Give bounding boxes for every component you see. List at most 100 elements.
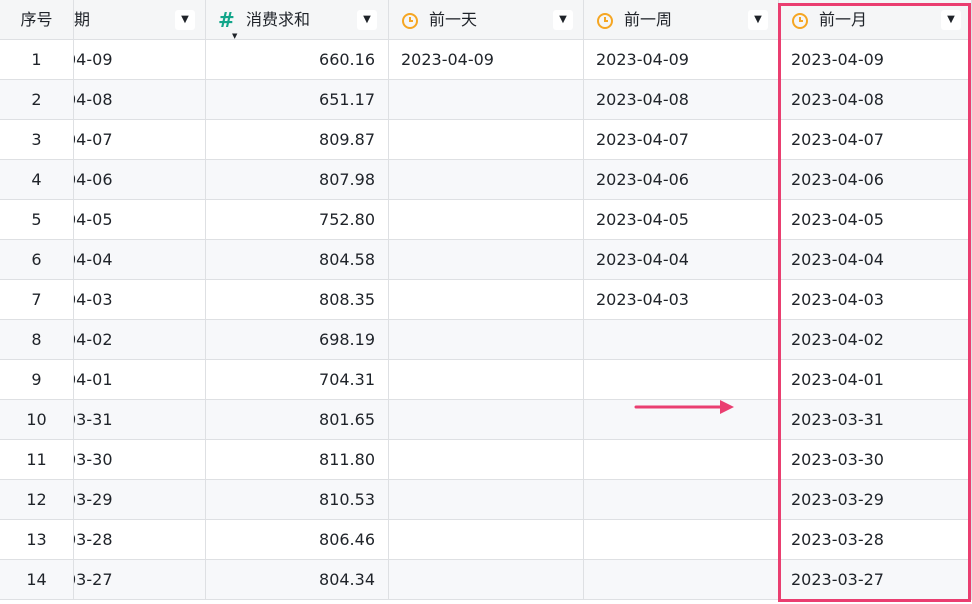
cell-prev-week[interactable]: 2023-04-03 bbox=[584, 280, 779, 320]
cell-prev-day[interactable] bbox=[389, 240, 584, 280]
table-row[interactable]: 904-01 704.31 2023-04-01 bbox=[0, 360, 972, 400]
cell-sum[interactable]: 811.80 bbox=[206, 440, 389, 480]
cell-index[interactable]: 10 bbox=[0, 400, 74, 440]
table-row[interactable]: 404-06 807.98 2023-04-062023-04-06 bbox=[0, 160, 972, 200]
cell-prev-day[interactable] bbox=[389, 400, 584, 440]
cell-prev-day[interactable] bbox=[389, 440, 584, 480]
cell-index[interactable]: 2 bbox=[0, 80, 74, 120]
cell-prev-week[interactable]: 2023-04-09 bbox=[584, 40, 779, 80]
cell-date[interactable]: 04-02 bbox=[74, 320, 206, 360]
cell-prev-month[interactable]: 2023-04-07 bbox=[779, 120, 972, 160]
cell-prev-day[interactable] bbox=[389, 480, 584, 520]
header-date[interactable]: 期 ▼ bbox=[74, 0, 206, 40]
table-row[interactable]: 1003-31 801.65 2023-03-31 bbox=[0, 400, 972, 440]
cell-prev-week[interactable] bbox=[584, 480, 779, 520]
cell-prev-week[interactable]: 2023-04-07 bbox=[584, 120, 779, 160]
table-row[interactable]: 1303-28 806.46 2023-03-28 bbox=[0, 520, 972, 560]
cell-prev-day[interactable] bbox=[389, 160, 584, 200]
cell-prev-month[interactable]: 2023-04-03 bbox=[779, 280, 972, 320]
cell-date[interactable]: 03-28 bbox=[74, 520, 206, 560]
cell-prev-week[interactable] bbox=[584, 560, 779, 600]
cell-index[interactable]: 14 bbox=[0, 560, 74, 600]
cell-date[interactable]: 04-05 bbox=[74, 200, 206, 240]
cell-date[interactable]: 04-06 bbox=[74, 160, 206, 200]
cell-prev-day[interactable] bbox=[389, 320, 584, 360]
cell-date[interactable]: 04-08 bbox=[74, 80, 206, 120]
table-row[interactable]: 704-03 808.35 2023-04-032023-04-03 bbox=[0, 280, 972, 320]
cell-prev-day[interactable] bbox=[389, 520, 584, 560]
cell-prev-day[interactable] bbox=[389, 200, 584, 240]
cell-date[interactable]: 04-09 bbox=[74, 40, 206, 80]
cell-prev-day[interactable] bbox=[389, 360, 584, 400]
cell-index[interactable]: 13 bbox=[0, 520, 74, 560]
cell-date[interactable]: 03-30 bbox=[74, 440, 206, 480]
header-sum[interactable]: # ▼ 消费求和 ▼ bbox=[206, 0, 389, 40]
cell-prev-month[interactable]: 2023-04-01 bbox=[779, 360, 972, 400]
cell-index[interactable]: 5 bbox=[0, 200, 74, 240]
cell-prev-month[interactable]: 2023-04-05 bbox=[779, 200, 972, 240]
cell-index[interactable]: 11 bbox=[0, 440, 74, 480]
cell-prev-day[interactable] bbox=[389, 120, 584, 160]
table-row[interactable]: 304-07 809.87 2023-04-072023-04-07 bbox=[0, 120, 972, 160]
table-row[interactable]: 1403-27 804.34 2023-03-27 bbox=[0, 560, 972, 600]
cell-prev-week[interactable] bbox=[584, 320, 779, 360]
cell-date[interactable]: 03-29 bbox=[74, 480, 206, 520]
cell-index[interactable]: 9 bbox=[0, 360, 74, 400]
cell-prev-week[interactable]: 2023-04-05 bbox=[584, 200, 779, 240]
cell-date[interactable]: 04-01 bbox=[74, 360, 206, 400]
cell-prev-day[interactable]: 2023-04-09 bbox=[389, 40, 584, 80]
cell-prev-day[interactable] bbox=[389, 80, 584, 120]
cell-prev-week[interactable]: 2023-04-04 bbox=[584, 240, 779, 280]
cell-index[interactable]: 3 bbox=[0, 120, 74, 160]
table-row[interactable]: 1203-29 810.53 2023-03-29 bbox=[0, 480, 972, 520]
cell-sum[interactable]: 806.46 bbox=[206, 520, 389, 560]
cell-prev-month[interactable]: 2023-04-09 bbox=[779, 40, 972, 80]
cell-sum[interactable]: 704.31 bbox=[206, 360, 389, 400]
cell-sum[interactable]: 809.87 bbox=[206, 120, 389, 160]
cell-prev-month[interactable]: 2023-04-02 bbox=[779, 320, 972, 360]
header-prev-week-dropdown[interactable]: ▼ bbox=[748, 10, 768, 30]
cell-date[interactable]: 03-31 bbox=[74, 400, 206, 440]
cell-prev-month[interactable]: 2023-04-08 bbox=[779, 80, 972, 120]
cell-prev-month[interactable]: 2023-03-30 bbox=[779, 440, 972, 480]
cell-sum[interactable]: 660.16 bbox=[206, 40, 389, 80]
table-row[interactable]: 1103-30 811.80 2023-03-30 bbox=[0, 440, 972, 480]
table-row[interactable]: 104-09660.162023-04-092023-04-092023-04-… bbox=[0, 40, 972, 80]
header-sum-dropdown[interactable]: ▼ bbox=[357, 10, 377, 30]
cell-index[interactable]: 8 bbox=[0, 320, 74, 360]
header-prev-day[interactable]: ▼ 前一天 ▼ bbox=[389, 0, 584, 40]
header-prev-week[interactable]: ▼ 前一周 ▼ bbox=[584, 0, 779, 40]
header-prev-day-dropdown[interactable]: ▼ bbox=[553, 10, 573, 30]
cell-date[interactable]: 04-03 bbox=[74, 280, 206, 320]
cell-prev-week[interactable] bbox=[584, 440, 779, 480]
cell-prev-day[interactable] bbox=[389, 280, 584, 320]
table-row[interactable]: 604-04 804.58 2023-04-042023-04-04 bbox=[0, 240, 972, 280]
cell-prev-month[interactable]: 2023-03-27 bbox=[779, 560, 972, 600]
cell-sum[interactable]: 698.19 bbox=[206, 320, 389, 360]
cell-prev-week[interactable]: 2023-04-06 bbox=[584, 160, 779, 200]
header-prev-month-dropdown[interactable]: ▼ bbox=[941, 10, 961, 30]
cell-prev-month[interactable]: 2023-04-06 bbox=[779, 160, 972, 200]
cell-index[interactable]: 4 bbox=[0, 160, 74, 200]
header-prev-month[interactable]: ▼ 前一月 ▼ bbox=[779, 0, 972, 40]
cell-sum[interactable]: 804.34 bbox=[206, 560, 389, 600]
table-row[interactable]: 504-05 752.80 2023-04-052023-04-05 bbox=[0, 200, 972, 240]
cell-date[interactable]: 03-27 bbox=[74, 560, 206, 600]
cell-prev-day[interactable] bbox=[389, 560, 584, 600]
header-date-dropdown[interactable]: ▼ bbox=[175, 10, 195, 30]
cell-prev-month[interactable]: 2023-04-04 bbox=[779, 240, 972, 280]
cell-prev-week[interactable] bbox=[584, 360, 779, 400]
cell-sum[interactable]: 801.65 bbox=[206, 400, 389, 440]
cell-sum[interactable]: 807.98 bbox=[206, 160, 389, 200]
cell-sum[interactable]: 808.35 bbox=[206, 280, 389, 320]
table-row[interactable]: 804-02 698.19 2023-04-02 bbox=[0, 320, 972, 360]
cell-date[interactable]: 04-04 bbox=[74, 240, 206, 280]
table-row[interactable]: 204-08 651.17 2023-04-082023-04-08 bbox=[0, 80, 972, 120]
cell-index[interactable]: 7 bbox=[0, 280, 74, 320]
header-index[interactable]: 序号 bbox=[0, 0, 74, 40]
cell-prev-week[interactable] bbox=[584, 520, 779, 560]
cell-index[interactable]: 6 bbox=[0, 240, 74, 280]
cell-index[interactable]: 1 bbox=[0, 40, 74, 80]
cell-prev-month[interactable]: 2023-03-31 bbox=[779, 400, 972, 440]
cell-sum[interactable]: 651.17 bbox=[206, 80, 389, 120]
